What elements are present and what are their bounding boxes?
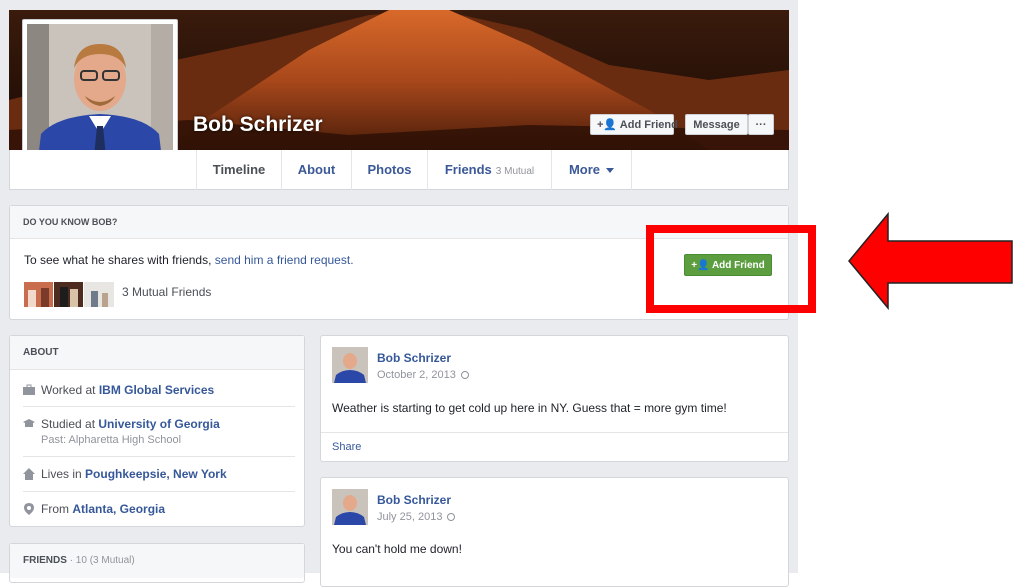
mutual-friends-photos[interactable] <box>24 282 114 312</box>
about-lives-link[interactable]: Poughkeepsie, New York <box>85 467 227 481</box>
post-card: Bob Schrizer October 2, 2013 Weather is … <box>320 335 789 462</box>
share-link[interactable]: Share <box>332 441 361 453</box>
friends-card: FRIENDS · 10 (3 Mutual) <box>9 543 305 583</box>
about-education: Studied at University of Georgia Past: A… <box>23 417 220 446</box>
tab-timeline[interactable]: Timeline <box>196 150 281 190</box>
chevron-down-icon <box>606 168 615 174</box>
about-work-link[interactable]: IBM Global Services <box>99 383 214 397</box>
add-friend-icon: +👤 <box>597 119 620 131</box>
briefcase-icon <box>23 384 35 395</box>
profile-name: Bob Schrizer <box>193 113 323 136</box>
about-education-past: Past: Alpharetta High School <box>41 434 182 446</box>
globe-icon <box>447 513 456 522</box>
location-pin-icon <box>24 503 34 515</box>
about-heading: ABOUT <box>10 336 304 370</box>
about-education-link[interactable]: University of Georgia <box>98 417 219 431</box>
globe-icon <box>460 371 469 380</box>
more-options-button[interactable]: ··· <box>748 114 774 135</box>
highlight-box <box>646 225 816 313</box>
red-arrow-icon <box>848 211 1013 311</box>
post-author[interactable]: Bob Schrizer <box>377 493 451 507</box>
tab-more[interactable]: More <box>551 150 632 190</box>
add-friend-button[interactable]: +👤 Add Friend <box>590 114 678 135</box>
tab-friends[interactable]: Friends 3 Mutual <box>427 150 551 190</box>
post-author[interactable]: Bob Schrizer <box>377 351 451 365</box>
friend-request-link[interactable]: send him a friend request. <box>215 253 354 267</box>
message-button[interactable]: Message <box>685 114 748 135</box>
tab-about[interactable]: About <box>281 150 351 190</box>
post-text: You can't hold me down! <box>332 542 462 556</box>
tab-photos[interactable]: Photos <box>351 150 427 190</box>
about-from-link[interactable]: Atlanta, Georgia <box>72 502 165 516</box>
post-text: Weather is starting to get cold up here … <box>332 401 727 415</box>
divider <box>23 491 295 492</box>
divider <box>23 456 295 457</box>
profile-nav: Timeline About Photos Friends 3 Mutual Mo… <box>9 150 789 190</box>
mutual-friends-link[interactable]: 3 Mutual Friends <box>122 285 211 299</box>
avatar[interactable] <box>332 347 368 383</box>
post-date[interactable]: July 25, 2013 <box>377 511 456 523</box>
avatar[interactable] <box>332 489 368 525</box>
home-icon <box>23 468 35 480</box>
post-card: Bob Schrizer July 25, 2013 You can't hol… <box>320 477 789 587</box>
divider <box>321 432 788 433</box>
friend-request-prompt: To see what he shares with friends, send… <box>24 253 354 267</box>
about-from: From Atlanta, Georgia <box>23 502 165 516</box>
about-card: ABOUT Worked at IBM Global Services Stud… <box>9 335 305 527</box>
graduation-cap-icon <box>23 419 35 427</box>
about-work: Worked at IBM Global Services <box>23 383 214 397</box>
about-lives: Lives in Poughkeepsie, New York <box>23 467 227 481</box>
divider <box>23 406 295 407</box>
post-date[interactable]: October 2, 2013 <box>377 369 469 381</box>
